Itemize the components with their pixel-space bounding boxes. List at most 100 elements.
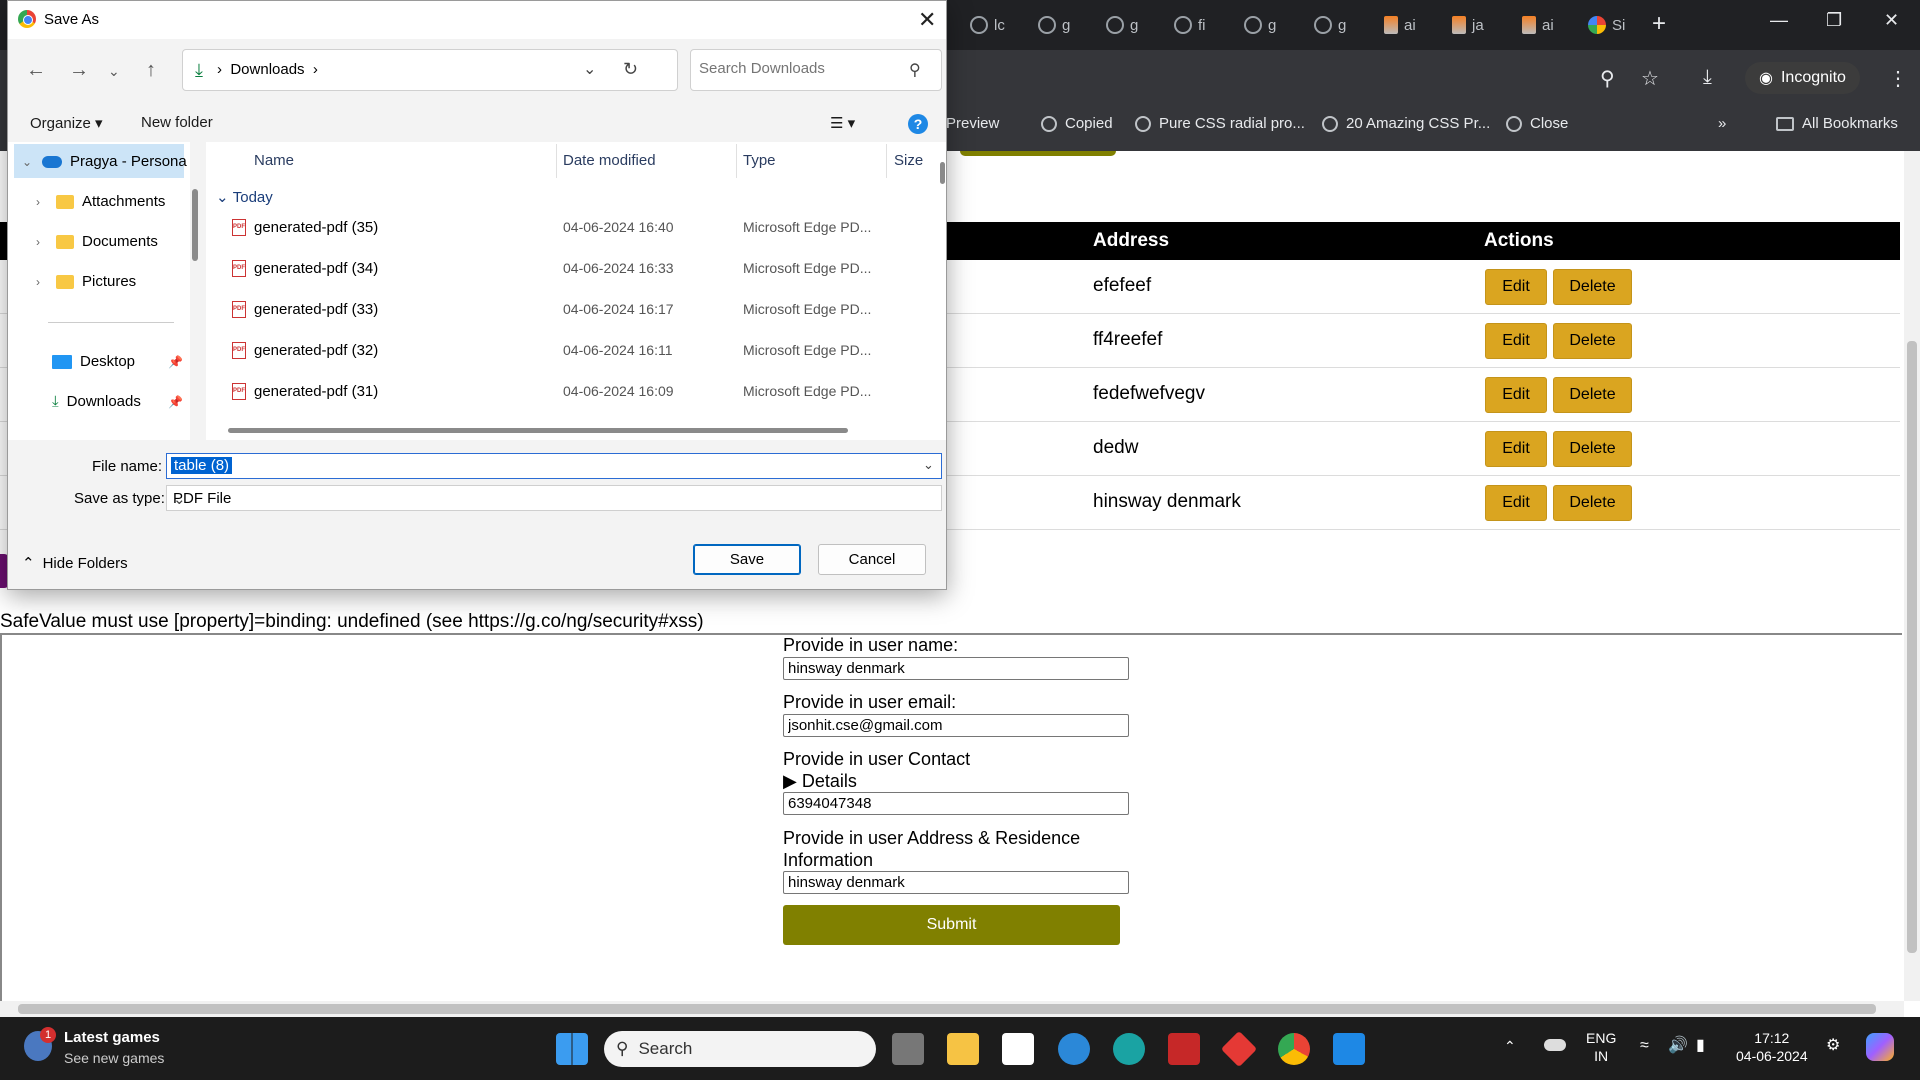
chevron-up-icon[interactable]: ⌃ bbox=[1504, 1037, 1516, 1055]
more-bookmarks-icon[interactable]: » bbox=[1718, 115, 1726, 132]
new-folder-button[interactable]: New folder bbox=[141, 114, 213, 131]
page-vertical-scrollbar[interactable] bbox=[1904, 151, 1920, 1001]
help-icon[interactable]: ? bbox=[908, 114, 928, 134]
task-view-icon[interactable] bbox=[892, 1033, 924, 1065]
browser-tab-active[interactable]: Si bbox=[1588, 12, 1625, 38]
recent-chevron-icon[interactable]: ⌄ bbox=[108, 63, 120, 80]
chrome-icon[interactable] bbox=[1278, 1033, 1310, 1065]
language-indicator[interactable]: ENG IN bbox=[1586, 1029, 1616, 1065]
nav-item-desktop[interactable]: Desktop bbox=[52, 353, 135, 370]
column-date[interactable]: Date modified bbox=[563, 152, 656, 169]
organize-menu[interactable]: Organize ▾ bbox=[30, 114, 103, 132]
incognito-badge[interactable]: ◉ Incognito bbox=[1745, 62, 1860, 94]
contact-input[interactable] bbox=[783, 792, 1129, 815]
file-row[interactable]: PDF generated-pdf (35) 04-06-2024 16:40 … bbox=[206, 212, 924, 244]
download-icon[interactable]: ⤓ bbox=[1703, 66, 1712, 89]
file-list-vscroll[interactable] bbox=[940, 162, 945, 184]
back-arrow-icon[interactable]: ← bbox=[26, 59, 46, 82]
restore-icon[interactable]: ❐ bbox=[1826, 10, 1842, 31]
delete-button[interactable]: Delete bbox=[1553, 377, 1632, 413]
bookmark-item[interactable]: 20 Amazing CSS Pr... bbox=[1322, 115, 1490, 132]
file-row[interactable]: PDF generated-pdf (33) 04-06-2024 16:17 … bbox=[206, 294, 924, 326]
menu-icon[interactable]: ⋮ bbox=[1888, 66, 1908, 91]
scroll-thumb[interactable] bbox=[18, 1004, 1876, 1014]
nav-scrollbar[interactable] bbox=[192, 189, 198, 261]
email-input[interactable] bbox=[783, 714, 1129, 737]
taskbar-search[interactable]: ⚲ Search bbox=[604, 1031, 876, 1067]
nav-item-attachments[interactable]: › Attachments bbox=[36, 193, 165, 210]
file-row[interactable]: PDF generated-pdf (32) 04-06-2024 16:11 … bbox=[206, 335, 924, 367]
cancel-button[interactable]: Cancel bbox=[818, 544, 926, 575]
path-bar[interactable]: ⤓ › Downloads › ⌄ ↻ bbox=[182, 49, 678, 91]
browser-tab[interactable]: fi bbox=[1174, 12, 1206, 38]
address-input[interactable] bbox=[783, 871, 1129, 894]
edit-button[interactable]: Edit bbox=[1485, 269, 1547, 305]
refresh-icon[interactable]: ↻ bbox=[623, 59, 638, 80]
minimize-icon[interactable]: — bbox=[1770, 10, 1788, 31]
star-icon[interactable]: ☆ bbox=[1641, 66, 1659, 91]
volume-icon[interactable]: 🔊 bbox=[1668, 1037, 1688, 1055]
column-divider[interactable] bbox=[886, 144, 887, 178]
close-icon[interactable]: ✕ bbox=[918, 7, 936, 33]
up-arrow-icon[interactable]: ↑ bbox=[146, 59, 156, 82]
file-row[interactable]: PDF generated-pdf (31) 04-06-2024 16:09 … bbox=[206, 376, 924, 408]
vscode-icon[interactable] bbox=[1333, 1033, 1365, 1065]
nav-item-pictures[interactable]: › Pictures bbox=[36, 273, 136, 290]
microsoft-store-icon[interactable] bbox=[1002, 1033, 1034, 1065]
bookmark-item[interactable]: Close bbox=[1506, 115, 1568, 132]
bookmark-item[interactable]: Copied bbox=[1041, 115, 1113, 132]
nav-item-documents[interactable]: › Documents bbox=[36, 233, 158, 250]
edge-icon[interactable] bbox=[1113, 1033, 1145, 1065]
browser-tab[interactable]: ja bbox=[1452, 12, 1484, 38]
browser-tab[interactable]: ai bbox=[1522, 12, 1554, 38]
nav-item-onedrive[interactable]: ⌄ Pragya - Persona bbox=[22, 153, 187, 170]
delete-button[interactable]: Delete bbox=[1553, 431, 1632, 467]
file-name-input[interactable]: table (8) ⌄ bbox=[166, 453, 942, 479]
anydesk-icon[interactable] bbox=[1220, 1030, 1258, 1068]
widget-subtitle[interactable]: See new games bbox=[64, 1050, 164, 1066]
chevron-down-icon[interactable]: ⌄ bbox=[173, 490, 186, 508]
search-input[interactable] bbox=[699, 60, 899, 77]
edit-button[interactable]: Edit bbox=[1485, 431, 1547, 467]
file-explorer-icon[interactable] bbox=[947, 1033, 979, 1065]
search-box[interactable]: ⚲ bbox=[690, 49, 942, 91]
widget-title[interactable]: Latest games bbox=[64, 1029, 160, 1046]
column-type[interactable]: Type bbox=[743, 152, 776, 169]
save-type-select[interactable]: PDF File ⌄ bbox=[166, 485, 942, 511]
close-window-icon[interactable]: ✕ bbox=[1884, 10, 1899, 31]
delete-button[interactable]: Delete bbox=[1553, 485, 1632, 521]
page-horizontal-scrollbar[interactable] bbox=[0, 1001, 1904, 1017]
settings-gear-icon[interactable]: ⚙ bbox=[1826, 1037, 1840, 1055]
column-divider[interactable] bbox=[556, 144, 557, 178]
details-toggle[interactable]: ▶ Details bbox=[783, 771, 857, 792]
nav-item-downloads[interactable]: ⤓ Downloads bbox=[52, 393, 141, 410]
copilot-icon[interactable] bbox=[1866, 1033, 1894, 1061]
edit-button[interactable]: Edit bbox=[1485, 377, 1547, 413]
browser-tab[interactable]: g bbox=[1106, 12, 1138, 38]
column-name[interactable]: Name bbox=[254, 152, 294, 169]
group-header[interactable]: ⌄ Today bbox=[216, 188, 273, 206]
name-input[interactable] bbox=[783, 657, 1129, 680]
scroll-thumb[interactable] bbox=[1907, 341, 1917, 953]
onedrive-icon[interactable] bbox=[1544, 1039, 1566, 1051]
file-list-hscroll[interactable] bbox=[228, 428, 848, 433]
delete-button[interactable]: Delete bbox=[1553, 323, 1632, 359]
browser-tab[interactable]: g bbox=[1244, 12, 1276, 38]
browser-tab[interactable]: g bbox=[1314, 12, 1346, 38]
view-options-icon[interactable]: ☰ ▾ bbox=[830, 114, 855, 132]
edit-button[interactable]: Edit bbox=[1485, 323, 1547, 359]
hide-folders-toggle[interactable]: ⌃ Hide Folders bbox=[22, 554, 128, 573]
windows-start-icon[interactable] bbox=[556, 1033, 588, 1065]
bookmark-item[interactable]: Preview bbox=[946, 115, 999, 132]
mcafee-icon[interactable] bbox=[1168, 1033, 1200, 1065]
column-size[interactable]: Size bbox=[894, 152, 923, 169]
bookmark-item[interactable]: Pure CSS radial pro... bbox=[1135, 115, 1305, 132]
browser-tab[interactable]: g bbox=[1038, 12, 1070, 38]
browser-tab[interactable]: lc bbox=[970, 12, 1005, 38]
new-tab-icon[interactable]: + bbox=[1652, 10, 1666, 38]
column-divider[interactable] bbox=[736, 144, 737, 178]
save-button[interactable]: Save bbox=[693, 544, 801, 575]
wifi-icon[interactable]: ≈ bbox=[1640, 1037, 1649, 1055]
battery-icon[interactable]: ▮ bbox=[1696, 1037, 1705, 1055]
get-help-icon[interactable] bbox=[1058, 1033, 1090, 1065]
